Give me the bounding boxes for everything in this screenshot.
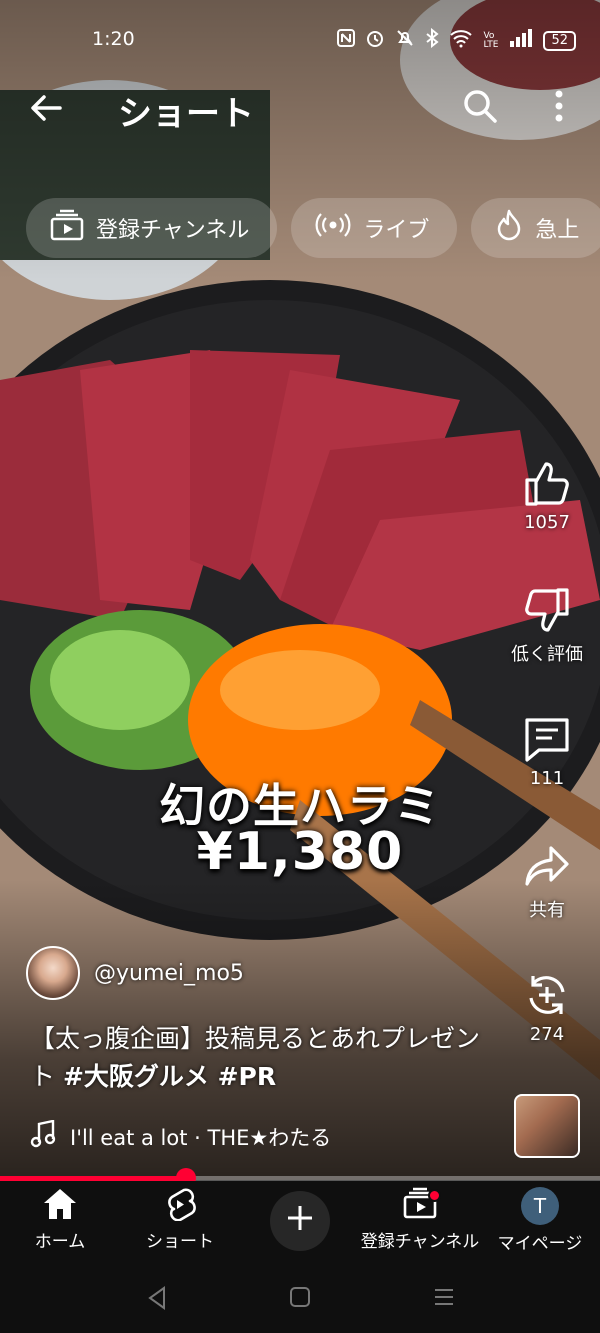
bottom-nav: ホーム ショート 登録チャンネル T マイページ: [0, 1181, 600, 1263]
nav-label: マイページ: [497, 1234, 583, 1254]
caption-hashtags[interactable]: #大阪グルメ #PR: [63, 1062, 276, 1091]
channel-row[interactable]: @yumei_mo5: [26, 946, 244, 1000]
status-time: 1:20: [92, 28, 135, 50]
home-icon: [0, 1187, 120, 1221]
nfc-icon: [337, 29, 356, 52]
share-icon: [500, 842, 594, 892]
chip-trending[interactable]: 急上: [471, 198, 600, 258]
live-icon: [315, 211, 351, 245]
wifi-icon: [449, 28, 473, 53]
chip-label: 急上: [535, 218, 580, 243]
dislike-button[interactable]: 低く評価: [500, 586, 594, 666]
subscriptions-icon: [50, 209, 84, 247]
music-note-icon: [30, 1119, 56, 1153]
nav-mypage[interactable]: T マイページ: [480, 1187, 600, 1254]
notification-dot: [428, 1189, 441, 1202]
battery-icon: 52: [543, 30, 576, 51]
page-title: ショート: [118, 94, 254, 134]
comment-icon: [500, 714, 594, 764]
nav-label: ホーム: [34, 1232, 86, 1252]
nav-create[interactable]: [240, 1191, 360, 1251]
arrow-left-icon[interactable]: [26, 88, 66, 128]
avatar[interactable]: [26, 946, 80, 1000]
nav-shorts[interactable]: ショート: [120, 1187, 240, 1252]
shorts-icon: [120, 1187, 240, 1221]
nav-label: 登録チャンネル: [360, 1232, 480, 1252]
chip-live[interactable]: ライブ: [291, 198, 458, 258]
nav-label: ショート: [146, 1232, 214, 1252]
system-back-icon[interactable]: [146, 1285, 168, 1311]
thumb-down-icon: [500, 586, 594, 636]
like-button[interactable]: 1057: [500, 458, 594, 533]
remix-count: 274: [529, 1024, 565, 1045]
status-bar: 1:20 Vo LTE 52: [0, 22, 600, 58]
remix-icon: [500, 970, 594, 1020]
chip-subscriptions[interactable]: 登録チャンネル: [26, 198, 278, 258]
music-row[interactable]: I'll eat a lot · THE★わたる: [30, 1119, 332, 1153]
subscriptions-icon: [360, 1187, 480, 1221]
nav-subscriptions[interactable]: 登録チャンネル: [360, 1187, 480, 1252]
plus-icon: [286, 1204, 314, 1238]
like-count: 1057: [524, 512, 570, 533]
bluetooth-icon: [425, 27, 440, 53]
status-icons: Vo LTE 52: [337, 27, 576, 53]
remix-button[interactable]: 274: [500, 970, 594, 1045]
system-recents-icon[interactable]: [432, 1285, 456, 1309]
app-bar: ショート: [0, 82, 600, 134]
mute-icon: [395, 28, 415, 53]
more-vert-icon[interactable]: [544, 86, 574, 126]
signal-icon: [509, 29, 533, 52]
system-nav-bar: [0, 1263, 600, 1333]
channel-handle[interactable]: @yumei_mo5: [94, 961, 244, 986]
search-icon[interactable]: [460, 86, 500, 126]
music-title: I'll eat a lot · THE★わたる: [70, 1125, 332, 1150]
filter-chips: 登録チャンネル ライブ 急上: [26, 198, 600, 258]
alarm-icon: [365, 28, 385, 53]
share-button[interactable]: 共有: [500, 842, 594, 922]
system-home-icon[interactable]: [288, 1285, 312, 1309]
dislike-label: 低く評価: [511, 644, 583, 665]
nav-home[interactable]: ホーム: [0, 1187, 120, 1252]
volte-icon: Vo LTE: [483, 30, 499, 50]
sound-thumbnail[interactable]: [514, 1094, 580, 1158]
create-button[interactable]: [270, 1191, 330, 1251]
share-label: 共有: [529, 900, 565, 921]
comment-button[interactable]: 111: [500, 714, 594, 789]
comment-count: 111: [529, 768, 565, 789]
chip-label: ライブ: [363, 218, 430, 243]
chip-label: 登録チャンネル: [96, 218, 250, 243]
avatar-icon: T: [521, 1187, 559, 1225]
video-caption[interactable]: 【太っ腹企画】投稿見るとあれプレゼント #大阪グルメ #PR: [30, 1020, 500, 1096]
thumb-up-icon: [500, 458, 594, 508]
trending-icon: [495, 209, 523, 247]
